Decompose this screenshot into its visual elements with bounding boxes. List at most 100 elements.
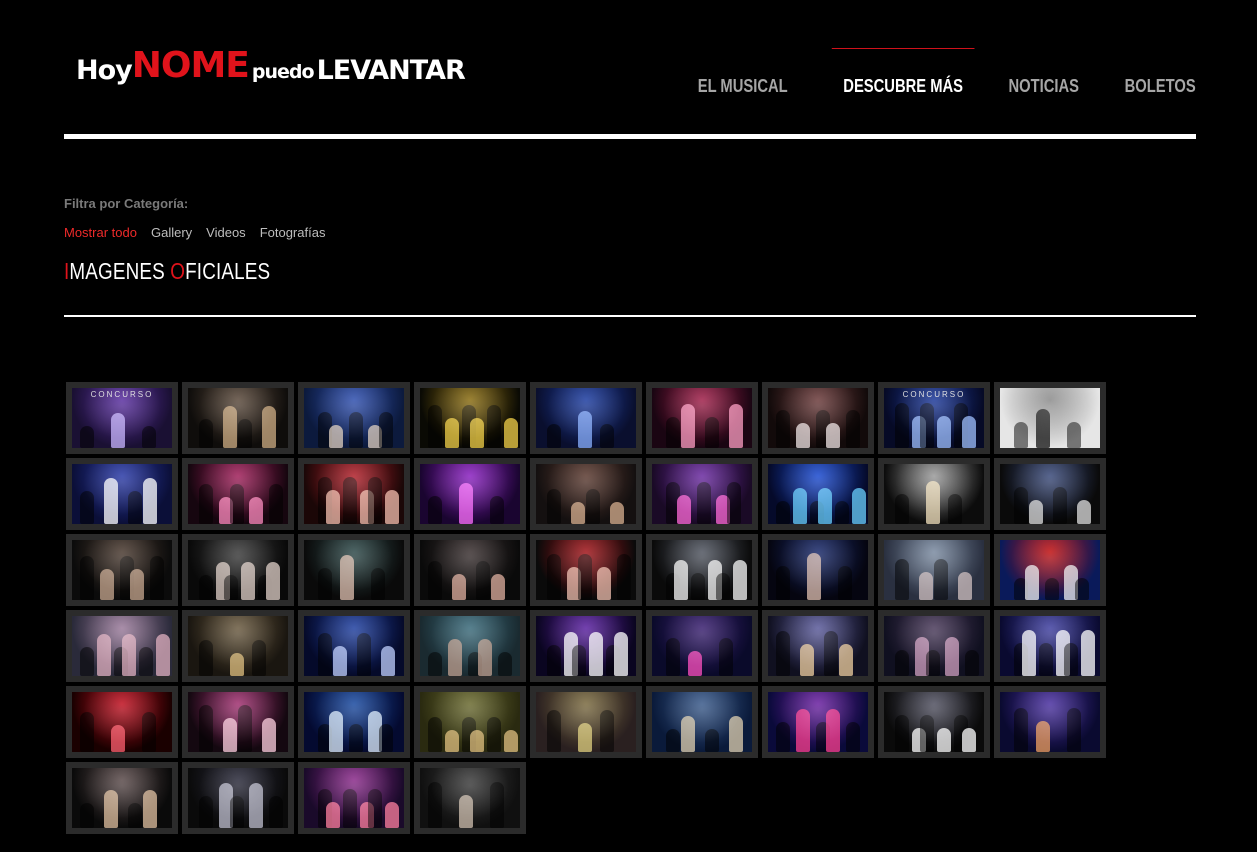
- gallery-thumbnail[interactable]: [298, 762, 410, 834]
- gallery-thumbnail[interactable]: [530, 610, 642, 682]
- thumbnail-figure: [199, 640, 213, 676]
- thumbnail-figure: [262, 406, 276, 448]
- gallery-thumbnail[interactable]: [66, 610, 178, 682]
- gallery-thumbnail[interactable]: CONCURSO: [66, 382, 178, 454]
- thumbnail-image: [652, 692, 752, 752]
- gallery-thumbnail[interactable]: [182, 610, 294, 682]
- gallery-thumbnail[interactable]: [414, 686, 526, 758]
- gallery-thumbnail[interactable]: [414, 382, 526, 454]
- gallery-thumbnail[interactable]: [530, 458, 642, 530]
- thumbnail-figure: [318, 477, 332, 524]
- gallery-thumbnail[interactable]: [646, 382, 758, 454]
- thumbnail-figure: [895, 650, 909, 676]
- thumbnail-figure: [614, 632, 628, 676]
- thumbnail-figure: [681, 716, 695, 752]
- gallery-thumbnail[interactable]: [298, 610, 410, 682]
- gallery-thumbnail[interactable]: [994, 610, 1106, 682]
- thumbnail-figure: [447, 639, 462, 676]
- gallery-thumbnail[interactable]: CONCURSO: [878, 382, 990, 454]
- gallery-thumbnail[interactable]: [646, 686, 758, 758]
- thumbnail-figure: [600, 710, 614, 752]
- filter-mostrar-todo[interactable]: Mostrar todo: [64, 225, 137, 240]
- gallery-thumbnail[interactable]: [298, 458, 410, 530]
- thumbnail-figure: [705, 417, 719, 448]
- gallery-thumbnail[interactable]: [298, 534, 410, 606]
- thumbnail-figure: [547, 554, 561, 600]
- thumbnail-figure: [1014, 708, 1028, 752]
- gallery-thumbnail[interactable]: [414, 458, 526, 530]
- thumbnail-image: [304, 464, 404, 524]
- thumbnail-figure: [826, 423, 841, 448]
- thumbnail-figure: [666, 482, 680, 524]
- gallery-thumbnail[interactable]: [182, 686, 294, 758]
- filter-fotografias[interactable]: Fotografías: [260, 225, 326, 240]
- thumbnail-image: [1000, 616, 1100, 676]
- gallery-thumbnail[interactable]: [878, 458, 990, 530]
- gallery-thumbnail[interactable]: [878, 610, 990, 682]
- gallery-thumbnail[interactable]: [298, 686, 410, 758]
- gallery-thumbnail[interactable]: [762, 686, 874, 758]
- gallery-thumbnail[interactable]: [994, 534, 1106, 606]
- thumbnail-image: [420, 768, 520, 828]
- thumbnail-figure: [1014, 578, 1028, 600]
- gallery-thumbnail[interactable]: [414, 534, 526, 606]
- gallery-thumbnail[interactable]: [66, 458, 178, 530]
- gallery-thumbnail[interactable]: [530, 686, 642, 758]
- gallery-thumbnail[interactable]: [878, 686, 990, 758]
- gallery-thumbnail[interactable]: [182, 458, 294, 530]
- thumbnail-image: [536, 616, 636, 676]
- nav-boletos[interactable]: BOLETOS: [1125, 48, 1196, 97]
- thumbnail-figure: [826, 709, 841, 752]
- gallery-thumbnail[interactable]: [298, 382, 410, 454]
- thumbnail-figure: [269, 796, 284, 828]
- thumbnail-figure: [490, 782, 504, 828]
- gallery-thumbnail[interactable]: [994, 458, 1106, 530]
- gallery-thumbnail[interactable]: [182, 534, 294, 606]
- thumbnail-figure: [340, 555, 354, 600]
- thumbnail-figure: [1064, 565, 1079, 600]
- gallery-thumbnail[interactable]: [878, 534, 990, 606]
- gallery-thumbnail[interactable]: [762, 610, 874, 682]
- gallery-thumbnail[interactable]: [530, 382, 642, 454]
- gallery-thumbnail[interactable]: [994, 686, 1106, 758]
- thumbnail-figure: [343, 477, 357, 524]
- filter-videos[interactable]: Videos: [206, 225, 246, 240]
- thumbnail-figure: [852, 488, 866, 524]
- gallery-thumbnail[interactable]: [182, 382, 294, 454]
- thumbnail-figure: [333, 646, 347, 676]
- gallery-thumbnail[interactable]: [762, 458, 874, 530]
- nav-el-musical[interactable]: EL MUSICAL: [697, 48, 787, 97]
- gallery-thumbnail[interactable]: [762, 382, 874, 454]
- thumbnail-figure: [487, 405, 501, 448]
- gallery-thumbnail[interactable]: [994, 382, 1106, 454]
- gallery-thumbnail[interactable]: [646, 610, 758, 682]
- thumbnail-figure: [1022, 630, 1036, 676]
- gallery-thumbnail[interactable]: [182, 762, 294, 834]
- nav-descubre-mas[interactable]: DESCUBRE MÁS: [832, 48, 975, 97]
- gallery-thumbnail[interactable]: [66, 534, 178, 606]
- thumbnail-figure: [795, 423, 810, 448]
- gallery-thumbnail[interactable]: [414, 610, 526, 682]
- thumbnail-figure: [795, 709, 810, 752]
- thumbnail-figure: [114, 647, 128, 676]
- gallery-thumbnail[interactable]: [414, 762, 526, 834]
- thumbnail-image: [188, 464, 288, 524]
- gallery-thumbnail[interactable]: [762, 534, 874, 606]
- thumbnail-image: [768, 616, 868, 676]
- site-logo[interactable]: Hoy NO ME puedo LEVAN TAR: [64, 38, 466, 94]
- thumbnail-image: [304, 388, 404, 448]
- thumbnail-figure: [130, 569, 145, 600]
- gallery-thumbnail[interactable]: [66, 686, 178, 758]
- gallery-thumbnail[interactable]: [530, 534, 642, 606]
- thumbnail-figure: [925, 650, 940, 676]
- gallery-thumbnail[interactable]: [66, 762, 178, 834]
- thumbnail-figure: [223, 718, 237, 752]
- thumbnail-figure: [262, 718, 276, 752]
- thumbnail-figure: [727, 482, 742, 524]
- gallery-thumbnail[interactable]: [646, 458, 758, 530]
- thumbnail-figure: [666, 638, 680, 676]
- gallery-thumbnail[interactable]: [646, 534, 758, 606]
- thumbnail-figure: [381, 646, 395, 676]
- nav-noticias[interactable]: NOTICIAS: [1009, 48, 1080, 97]
- filter-gallery[interactable]: Gallery: [151, 225, 192, 240]
